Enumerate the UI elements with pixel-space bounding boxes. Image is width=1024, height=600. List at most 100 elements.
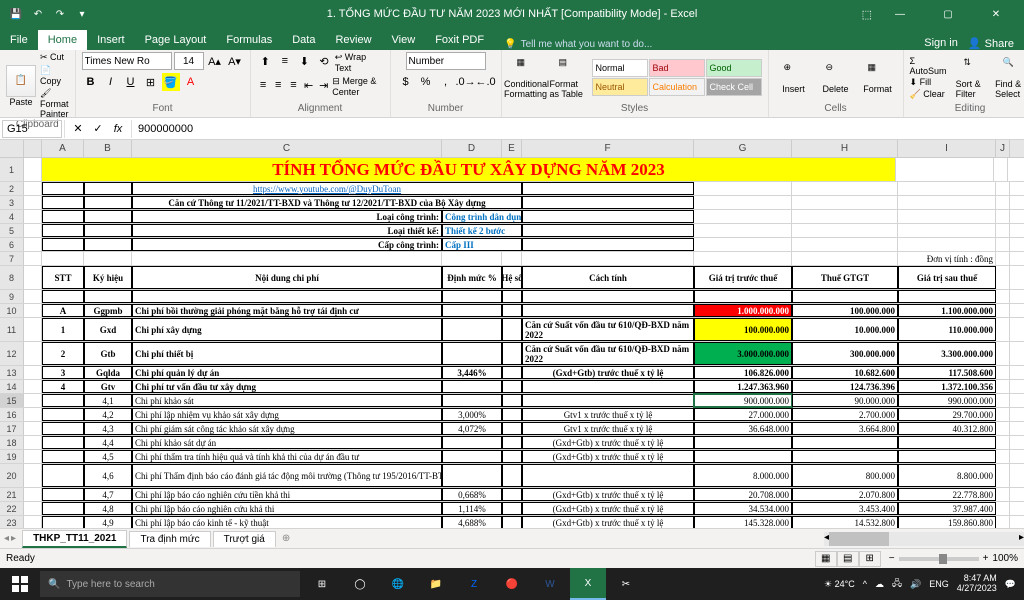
cell[interactable] — [84, 196, 132, 209]
cell[interactable]: Loại thiết kế: — [132, 224, 442, 237]
align-bottom-icon[interactable]: ⬇ — [296, 52, 314, 70]
cell[interactable]: Chi phí Thẩm định báo cáo đánh giá tác đ… — [132, 464, 442, 487]
comma-format-icon[interactable]: , — [437, 73, 455, 91]
tab-page-layout[interactable]: Page Layout — [135, 30, 217, 50]
sheet-tab-1[interactable]: THKP_TT11_2021 — [22, 530, 127, 548]
cell[interactable] — [42, 224, 84, 237]
maximize-button[interactable]: ▢ — [928, 0, 968, 28]
cell[interactable] — [24, 464, 42, 487]
cell[interactable] — [84, 224, 132, 237]
cell[interactable]: 300.000.000 — [792, 342, 898, 365]
cell[interactable] — [996, 210, 1010, 223]
cell[interactable]: 800.000 — [792, 464, 898, 487]
worksheet-grid[interactable]: A B C D E F G H I J 1TÍNH TỔNG MỨC ĐẦU T… — [0, 140, 1024, 528]
horizontal-scrollbar[interactable]: ◂ ▸ — [824, 532, 1024, 546]
scrollbar-thumb[interactable] — [829, 532, 889, 546]
tray-language[interactable]: ENG — [929, 579, 949, 589]
cell[interactable] — [996, 196, 1010, 209]
cell[interactable] — [502, 342, 522, 365]
accounting-format-icon[interactable]: $ — [397, 73, 415, 91]
app-explorer-icon[interactable]: 📁 — [418, 568, 454, 600]
formula-input[interactable]: 900000000 — [132, 123, 1024, 135]
cell[interactable] — [24, 304, 42, 317]
cell[interactable] — [42, 394, 84, 407]
grid-row[interactable]: 8STTKý hiệuNội dung chi phíĐịnh mức %Hệ … — [0, 266, 1024, 290]
cell[interactable] — [84, 210, 132, 223]
close-button[interactable]: ✕ — [976, 0, 1016, 28]
row-header[interactable]: 22 — [0, 502, 24, 515]
ribbon-display-icon[interactable]: ⬚ — [862, 8, 872, 21]
tab-formulas[interactable]: Formulas — [216, 30, 282, 50]
cell[interactable] — [502, 252, 522, 265]
cell[interactable] — [996, 450, 1010, 463]
cell[interactable]: 2.070.800 — [792, 488, 898, 501]
decrease-font-icon[interactable]: A▾ — [226, 52, 244, 70]
paste-button[interactable]: 📋 — [6, 65, 36, 97]
cell[interactable] — [502, 450, 522, 463]
cut-button[interactable]: ✂ Cut — [40, 52, 69, 63]
cell[interactable]: Loại công trình: — [132, 210, 442, 223]
cell[interactable] — [792, 450, 898, 463]
cell[interactable]: (Gxd+Gtb) x trước thuế x tỷ lệ — [522, 516, 694, 528]
cell[interactable] — [442, 450, 502, 463]
tray-network-icon[interactable]: 🖧 — [892, 576, 902, 592]
cell[interactable] — [694, 224, 792, 237]
fill-color-button[interactable]: 🪣 — [162, 73, 180, 91]
cell[interactable]: 2 — [42, 342, 84, 365]
cell[interactable]: 4,072% — [442, 422, 502, 435]
style-check-cell[interactable]: Check Cell — [706, 78, 762, 96]
tab-data[interactable]: Data — [282, 30, 325, 50]
row-header[interactable]: 9 — [0, 290, 24, 303]
cell[interactable] — [694, 196, 792, 209]
format-as-table-button[interactable]: ▤Format as Table — [550, 57, 588, 99]
col-header[interactable]: G — [694, 140, 792, 157]
view-normal-icon[interactable]: ▦ — [815, 551, 837, 567]
cell[interactable]: Chi phí khảo sát — [132, 394, 442, 407]
sheet-tab-2[interactable]: Tra định mức — [129, 531, 210, 547]
cell[interactable]: 40.312.800 — [898, 422, 996, 435]
cell[interactable]: Gtv1 x trước thuế x tỷ lệ — [522, 422, 694, 435]
cell[interactable] — [996, 422, 1010, 435]
cell[interactable]: 4,4 — [84, 436, 132, 449]
cell[interactable] — [502, 290, 522, 303]
row-header[interactable]: 1 — [0, 158, 24, 181]
grid-row[interactable]: 164,2Chi phí lập nhiệm vụ khảo sát xây d… — [0, 408, 1024, 422]
cell[interactable]: 3,446% — [442, 366, 502, 379]
cell[interactable] — [24, 158, 42, 181]
cell[interactable] — [996, 318, 1010, 341]
cell[interactable] — [42, 516, 84, 528]
merge-center-button[interactable]: ⊟ Merge & Center — [332, 76, 383, 97]
row-header[interactable]: 10 — [0, 304, 24, 317]
minimize-button[interactable]: — — [880, 0, 920, 28]
cell[interactable] — [24, 380, 42, 393]
cell[interactable]: (Gxd+Gtb) trước thuế x tỷ lệ — [522, 366, 694, 379]
row-header[interactable]: 2 — [0, 182, 24, 195]
format-cells-button[interactable]: ▦Format — [859, 62, 897, 94]
col-header[interactable]: J — [996, 140, 1010, 157]
cell[interactable] — [502, 304, 522, 317]
tray-volume-icon[interactable]: 🔊 — [910, 579, 921, 590]
cell[interactable] — [24, 342, 42, 365]
tab-home[interactable]: Home — [38, 30, 87, 50]
cell[interactable] — [694, 252, 792, 265]
cell[interactable]: Chi phí lập nhiệm vụ khảo sát xây dựng — [132, 408, 442, 421]
cell[interactable]: 8.000.000 — [694, 464, 792, 487]
grid-row[interactable]: 4Loại công trình:Công trình dân dụng — [0, 210, 1024, 224]
cell[interactable]: 1 — [42, 318, 84, 341]
name-box[interactable]: G15 — [2, 120, 62, 138]
cell[interactable] — [502, 408, 522, 421]
clear-button[interactable]: 🧹 Clear — [910, 89, 952, 100]
cell[interactable] — [694, 290, 792, 303]
grid-row[interactable]: 194,5Chi phí thẩm tra tính hiệu quả và t… — [0, 450, 1024, 464]
cell[interactable] — [522, 238, 694, 251]
grid-row[interactable]: 111GxdChi phí xây dựngCăn cứ Suất vốn đầ… — [0, 318, 1024, 342]
task-view-icon[interactable]: ⊞ — [304, 568, 340, 600]
cell[interactable] — [24, 318, 42, 341]
cell[interactable] — [502, 488, 522, 501]
cell[interactable]: 4,3 — [84, 422, 132, 435]
cell[interactable] — [996, 304, 1010, 317]
cell[interactable] — [24, 502, 42, 515]
cell[interactable]: Giá trị trước thuế — [694, 266, 792, 289]
cell[interactable] — [522, 182, 694, 195]
col-header[interactable]: H — [792, 140, 898, 157]
